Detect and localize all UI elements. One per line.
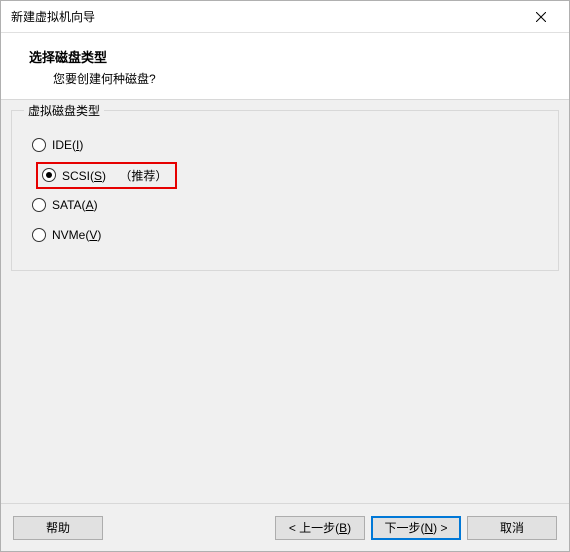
recommend-label: （推荐） [119,169,167,183]
highlight-box: SCSI(S) （推荐） [36,162,177,189]
radio-option-sata[interactable]: SATA(A) [32,192,546,218]
wizard-footer: 帮助 < 上一步(B) 下一步(N) > 取消 [1,503,569,551]
radio-icon [32,138,46,152]
radio-option-scsi[interactable]: SCSI(S) （推荐） [32,162,546,188]
window-title: 新建虚拟机向导 [11,8,521,25]
wizard-header: 选择磁盘类型 您要创建何种磁盘? [1,33,569,100]
radio-label: SCSI(S) （推荐） [62,167,167,184]
back-button[interactable]: < 上一步(B) [275,516,365,540]
radio-label: NVMe(V) [52,228,101,242]
wizard-body: 虚拟磁盘类型 IDE(I) SCSI(S) （推荐） [1,100,569,503]
radio-option-nvme[interactable]: NVMe(V) [32,222,546,248]
radio-icon [32,228,46,242]
radio-label: IDE(I) [52,138,83,152]
radio-option-ide[interactable]: IDE(I) [32,132,546,158]
help-button[interactable]: 帮助 [13,516,103,540]
cancel-button[interactable]: 取消 [467,516,557,540]
disk-type-group: 虚拟磁盘类型 IDE(I) SCSI(S) （推荐） [11,110,559,271]
group-title: 虚拟磁盘类型 [24,102,104,119]
radio-icon [42,168,56,182]
next-button[interactable]: 下一步(N) > [371,516,461,540]
titlebar: 新建虚拟机向导 [1,1,569,33]
header-subtitle: 您要创建何种磁盘? [29,70,549,87]
close-button[interactable] [521,3,561,31]
close-icon [536,12,546,22]
header-title: 选择磁盘类型 [29,47,549,66]
radio-icon [32,198,46,212]
wizard-window: 新建虚拟机向导 选择磁盘类型 您要创建何种磁盘? 虚拟磁盘类型 IDE(I) [0,0,570,552]
radio-label: SATA(A) [52,198,98,212]
